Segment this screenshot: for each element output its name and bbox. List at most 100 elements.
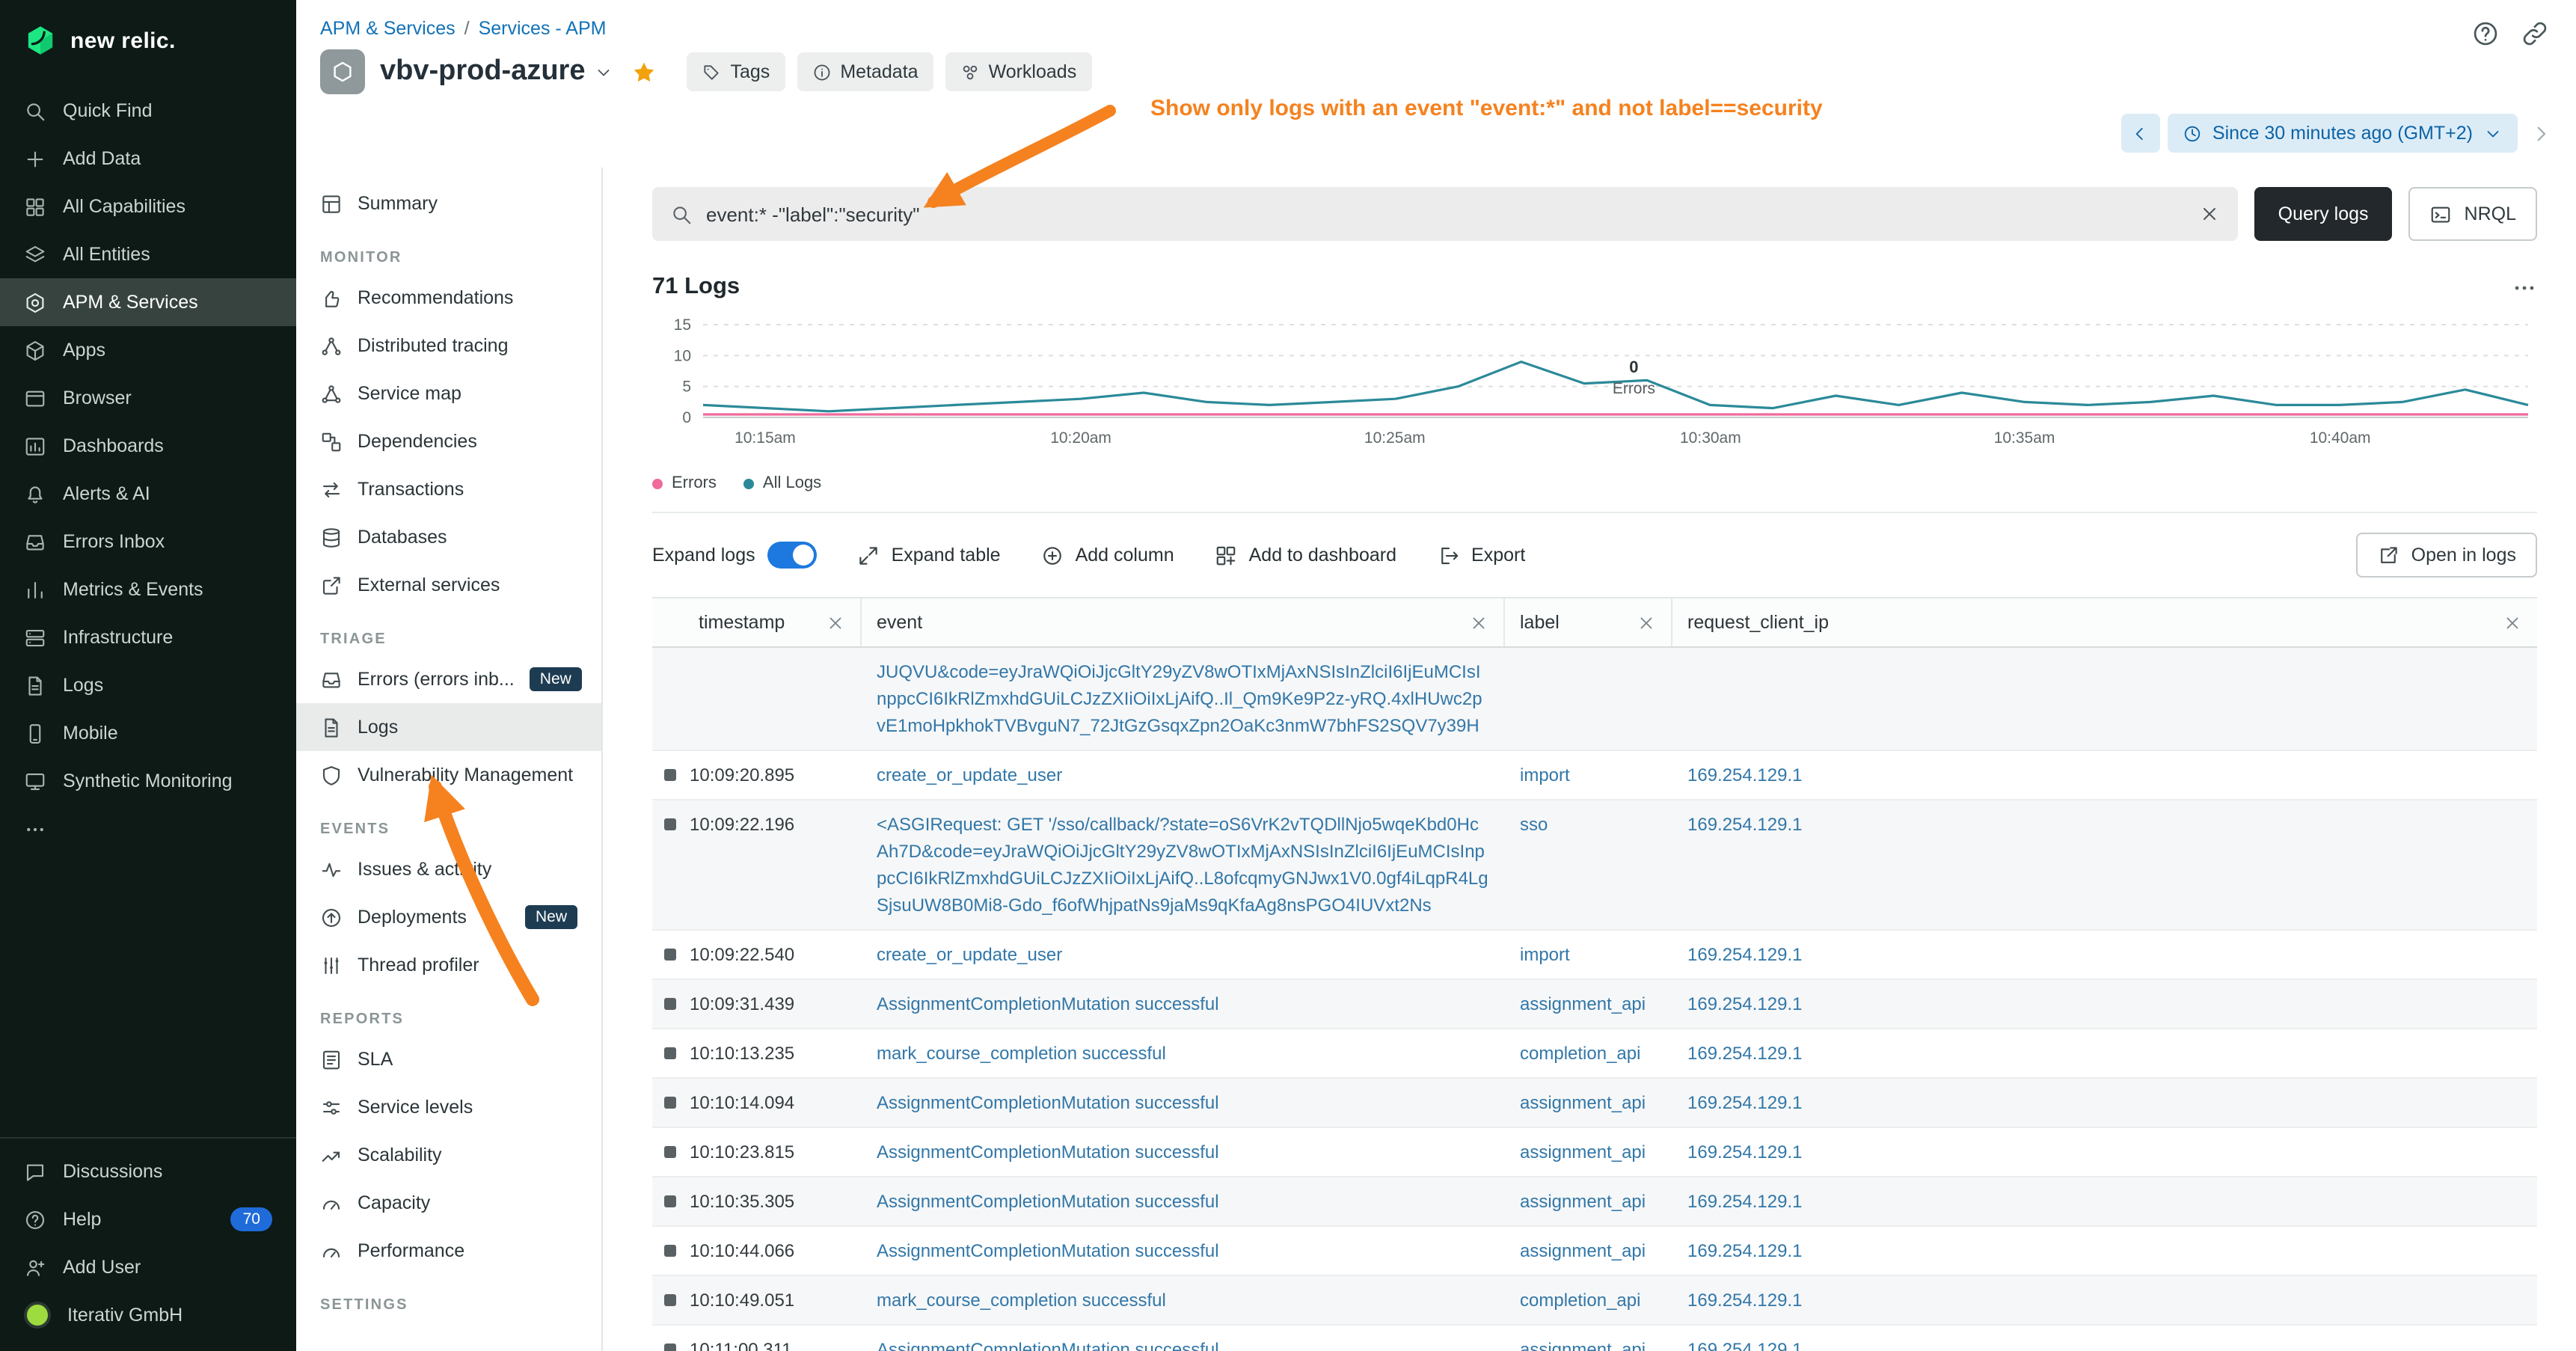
entity-switcher-chevron-icon[interactable]	[595, 62, 614, 82]
log-event-link[interactable]: AssignmentCompletionMutation successful	[877, 1142, 1219, 1162]
log-row[interactable]: 10:10:35.305AssignmentCompletionMutation…	[652, 1177, 2537, 1227]
add-column-button[interactable]: Add column	[1041, 544, 1174, 566]
log-ip-link[interactable]: 169.254.129.1	[1687, 1043, 1803, 1064]
entity-nav-item-recommendations[interactable]: Recommendations	[296, 274, 601, 322]
metadata-button[interactable]: Metadata	[797, 52, 933, 91]
legend-errors[interactable]: Errors	[652, 474, 717, 492]
expand-logs-control[interactable]: Expand logs	[652, 542, 817, 569]
global-nav-item-infrastructure[interactable]: Infrastructure	[0, 613, 296, 661]
global-nav-item-logs[interactable]: Logs	[0, 661, 296, 709]
column-header-request-client-ip[interactable]: request_client_ip	[1672, 598, 2537, 646]
log-event-link[interactable]: mark_course_completion successful	[877, 1043, 1166, 1064]
query-logs-button[interactable]: Query logs	[2254, 187, 2393, 241]
log-row[interactable]: 10:09:22.196<ASGIRequest: GET '/sso/call…	[652, 800, 2537, 931]
entity-nav-item-dependencies[interactable]: Dependencies	[296, 417, 601, 465]
log-event-link[interactable]: <ASGIRequest: GET '/sso/callback/?state=…	[877, 814, 1488, 916]
log-row[interactable]: 10:11:00.311AssignmentCompletionMutation…	[652, 1326, 2537, 1351]
log-event-link[interactable]: create_or_update_user	[877, 765, 1062, 785]
entity-nav-item-transactions[interactable]: Transactions	[296, 465, 601, 513]
export-button[interactable]: Export	[1437, 544, 1525, 566]
log-row[interactable]: 10:10:14.094AssignmentCompletionMutation…	[652, 1079, 2537, 1128]
log-ip-link[interactable]: 169.254.129.1	[1687, 1240, 1803, 1261]
logs-query-input[interactable]: event:* -"label":"security"	[652, 187, 2238, 241]
clear-query-icon[interactable]	[2199, 203, 2220, 224]
log-row[interactable]: 10:09:22.540create_or_update_userimport1…	[652, 931, 2537, 980]
expand-table-button[interactable]: Expand table	[857, 544, 1001, 566]
log-row[interactable]: JUQVU&code=eyJraWQiOiJjcGltY29yZV8wOTIxM…	[652, 648, 2537, 751]
log-event-link[interactable]: JUQVU&code=eyJraWQiOiJjcGltY29yZV8wOTIxM…	[877, 661, 1482, 736]
expand-logs-toggle[interactable]	[767, 542, 817, 569]
log-row[interactable]: 10:10:23.815AssignmentCompletionMutation…	[652, 1128, 2537, 1177]
log-row[interactable]: 10:10:13.235mark_course_completion succe…	[652, 1029, 2537, 1079]
entity-nav-item-performance[interactable]: Performance	[296, 1227, 601, 1275]
permalink-icon[interactable]	[2521, 19, 2549, 48]
add-to-dashboard-button[interactable]: Add to dashboard	[1215, 544, 1396, 566]
entity-nav-item-databases[interactable]: Databases	[296, 513, 601, 561]
legend-all-logs[interactable]: All Logs	[743, 474, 821, 492]
entity-nav-item-vulnerability-management[interactable]: Vulnerability Management	[296, 751, 601, 799]
time-picker-button[interactable]: Since 30 minutes ago (GMT+2)	[2168, 114, 2518, 153]
help-circle-icon[interactable]	[2471, 19, 2500, 48]
entity-nav-item-service-map[interactable]: Service map	[296, 370, 601, 417]
breadcrumb-apm-services[interactable]: APM & Services	[320, 18, 456, 39]
global-nav-item-apm-services[interactable]: APM & Services	[0, 278, 296, 326]
more-options-icon[interactable]	[2512, 275, 2537, 300]
entity-nav-item-service-levels[interactable]: Service levels	[296, 1083, 601, 1131]
time-forward-button[interactable]	[2530, 122, 2552, 144]
column-header-label[interactable]: label	[1505, 598, 1672, 646]
remove-column-icon[interactable]	[2503, 613, 2522, 632]
log-event-link[interactable]: AssignmentCompletionMutation successful	[877, 1339, 1219, 1351]
log-event-link[interactable]: AssignmentCompletionMutation successful	[877, 1092, 1219, 1113]
log-event-link[interactable]: mark_course_completion successful	[877, 1290, 1166, 1311]
log-ip-link[interactable]: 169.254.129.1	[1687, 1191, 1803, 1212]
global-nav-item-all-entities[interactable]: All Entities	[0, 230, 296, 278]
entity-nav-item-distributed-tracing[interactable]: Distributed tracing	[296, 322, 601, 370]
log-event-link[interactable]: AssignmentCompletionMutation successful	[877, 1191, 1219, 1212]
log-label-link[interactable]: sso	[1520, 814, 1548, 835]
remove-column-icon[interactable]	[1637, 613, 1656, 632]
global-nav-item-quick-find[interactable]: Quick Find	[0, 87, 296, 135]
remove-column-icon[interactable]	[1469, 613, 1488, 632]
entity-nav-item-logs[interactable]: Logs	[296, 703, 601, 751]
global-nav-item-help[interactable]: Help70	[0, 1195, 296, 1243]
log-label-link[interactable]: assignment_api	[1520, 1240, 1646, 1261]
global-nav-item-discussions[interactable]: Discussions	[0, 1148, 296, 1195]
global-nav-item-synthetic-monitoring[interactable]: Synthetic Monitoring	[0, 757, 296, 805]
log-label-link[interactable]: assignment_api	[1520, 1191, 1646, 1212]
log-ip-link[interactable]: 169.254.129.1	[1687, 1092, 1803, 1113]
log-row[interactable]: 10:09:31.439AssignmentCompletionMutation…	[652, 980, 2537, 1029]
tags-button[interactable]: Tags	[687, 52, 785, 91]
log-row[interactable]: 10:10:49.051mark_course_completion succe…	[652, 1276, 2537, 1326]
log-label-link[interactable]: assignment_api	[1520, 1339, 1646, 1351]
log-row[interactable]: 10:10:44.066AssignmentCompletionMutation…	[652, 1227, 2537, 1276]
breadcrumb-services-apm[interactable]: Services - APM	[479, 18, 607, 39]
log-ip-link[interactable]: 169.254.129.1	[1687, 993, 1803, 1014]
log-ip-link[interactable]: 169.254.129.1	[1687, 1290, 1803, 1311]
entity-nav-item-deployments[interactable]: DeploymentsNew	[296, 893, 601, 941]
favorite-star-icon[interactable]	[632, 59, 657, 85]
global-nav-item-add-data[interactable]: Add Data	[0, 135, 296, 183]
global-nav-item-dashboards[interactable]: Dashboards	[0, 422, 296, 470]
global-nav-item-all-capabilities[interactable]: All Capabilities	[0, 183, 296, 230]
workloads-button[interactable]: Workloads	[945, 52, 1092, 91]
entity-nav-item-issues-activity[interactable]: Issues & activity	[296, 845, 601, 893]
log-ip-link[interactable]: 169.254.129.1	[1687, 814, 1803, 835]
log-ip-link[interactable]: 169.254.129.1	[1687, 944, 1803, 965]
global-nav-item-mobile[interactable]: Mobile	[0, 709, 296, 757]
global-nav-item-alerts-ai[interactable]: Alerts & AI	[0, 470, 296, 518]
entity-nav-item-sla[interactable]: SLA	[296, 1035, 601, 1083]
column-header-event[interactable]: event	[862, 598, 1505, 646]
log-label-link[interactable]: assignment_api	[1520, 1142, 1646, 1162]
log-ip-link[interactable]: 169.254.129.1	[1687, 1339, 1803, 1351]
column-header-timestamp[interactable]: timestamp	[652, 598, 862, 646]
newrelic-logo[interactable]: new relic.	[0, 0, 296, 81]
entity-nav-item-thread-profiler[interactable]: Thread profiler	[296, 941, 601, 989]
log-label-link[interactable]: completion_api	[1520, 1290, 1640, 1311]
entity-nav-item-summary[interactable]: Summary	[296, 180, 601, 227]
open-in-logs-button[interactable]: Open in logs	[2356, 533, 2537, 578]
global-nav-item-errors-inbox[interactable]: Errors Inbox	[0, 518, 296, 566]
log-ip-link[interactable]: 169.254.129.1	[1687, 1142, 1803, 1162]
remove-column-icon[interactable]	[826, 613, 845, 632]
log-ip-link[interactable]: 169.254.129.1	[1687, 765, 1803, 785]
global-nav-item-iterativ-gmbh[interactable]: Iterativ GmbH	[0, 1291, 296, 1339]
